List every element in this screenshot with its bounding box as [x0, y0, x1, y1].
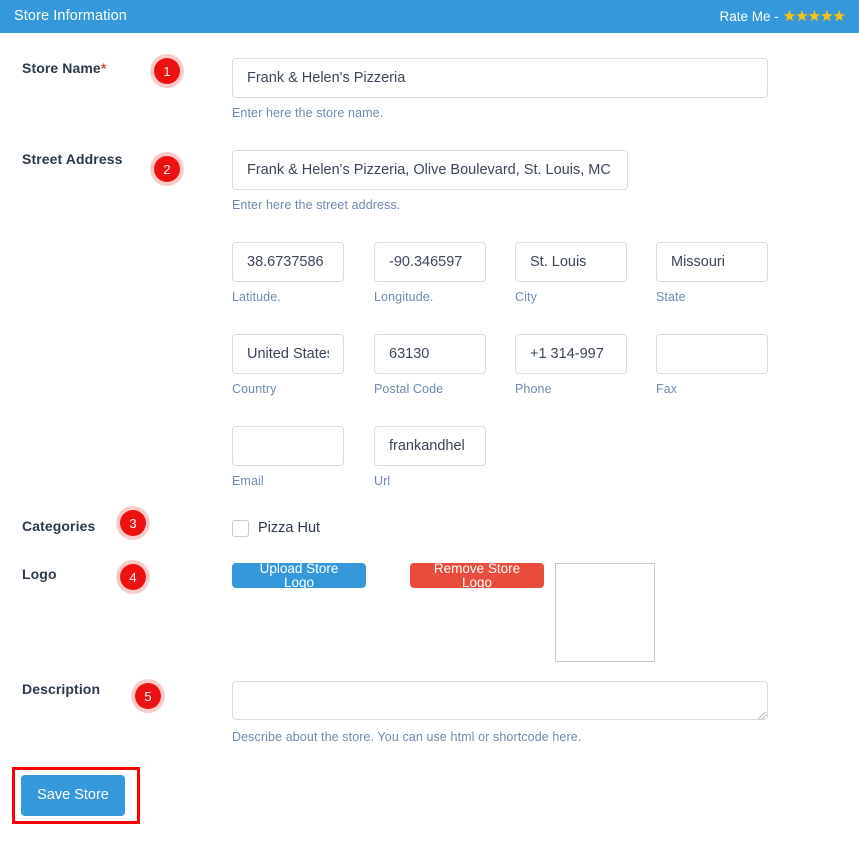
url-input[interactable]	[374, 426, 486, 466]
upload-store-logo-button[interactable]: Upload Store Logo	[232, 562, 366, 589]
star-icon[interactable]: ★	[808, 9, 821, 24]
star-icon[interactable]: ★	[833, 9, 846, 24]
step-badge-2: 2	[154, 156, 180, 182]
star-rating[interactable]: ★ ★ ★ ★ ★	[783, 9, 846, 24]
longitude-input[interactable]	[374, 242, 486, 282]
step-badge-3: 3	[120, 510, 146, 536]
latitude-input[interactable]	[232, 242, 344, 282]
store-name-label: Store Name*	[22, 60, 107, 76]
star-icon[interactable]: ★	[795, 9, 808, 24]
rate-me-widget[interactable]: Rate Me - ★ ★ ★ ★ ★	[719, 8, 846, 24]
categories-label: Categories	[22, 518, 96, 534]
phone-hint: Phone	[515, 382, 552, 396]
step-badge-1: 1	[154, 58, 180, 84]
category-item-pizza-hut[interactable]: Pizza Hut	[232, 520, 320, 537]
street-address-input[interactable]	[232, 150, 628, 190]
remove-store-logo-button[interactable]: Remove Store Logo	[410, 562, 544, 589]
rate-me-label: Rate Me -	[719, 8, 779, 24]
state-hint: State	[656, 290, 686, 304]
logo-preview-box	[555, 563, 655, 662]
postal-code-hint: Postal Code	[374, 382, 444, 396]
postal-code-input[interactable]	[374, 334, 486, 374]
description-label: Description	[22, 681, 101, 697]
city-input[interactable]	[515, 242, 627, 282]
category-label: Pizza Hut	[258, 520, 321, 537]
fax-hint: Fax	[656, 382, 678, 396]
street-address-hint: Enter here the street address.	[232, 198, 401, 212]
logo-label: Logo	[22, 566, 57, 582]
step-badge-5: 5	[135, 683, 161, 709]
url-hint: Url	[374, 474, 391, 488]
fax-input[interactable]	[656, 334, 768, 374]
description-hint: Describe about the store. You can use ht…	[232, 730, 582, 744]
page-title: Store Information	[14, 8, 127, 25]
street-address-label: Street Address	[22, 151, 123, 167]
store-information-page: Store Information Rate Me - ★ ★ ★ ★ ★ St…	[0, 0, 859, 846]
star-icon[interactable]: ★	[820, 9, 833, 24]
required-asterisk: *	[100, 60, 107, 76]
save-store-button[interactable]: Save Store	[21, 775, 125, 816]
country-input[interactable]	[232, 334, 344, 374]
page-header-bar: Store Information Rate Me - ★ ★ ★ ★ ★	[0, 0, 859, 33]
star-icon[interactable]: ★	[783, 9, 796, 24]
country-hint: Country	[232, 382, 277, 396]
description-textarea[interactable]	[232, 681, 768, 720]
email-hint: Email	[232, 474, 264, 488]
phone-input[interactable]	[515, 334, 627, 374]
email-input[interactable]	[232, 426, 344, 466]
latitude-hint: Latitude.	[232, 290, 281, 304]
city-hint: City	[515, 290, 537, 304]
state-input[interactable]	[656, 242, 768, 282]
longitude-hint: Longitude.	[374, 290, 434, 304]
step-badge-4: 4	[120, 564, 146, 590]
store-name-input[interactable]	[232, 58, 768, 98]
category-checkbox[interactable]	[232, 520, 249, 537]
store-name-hint: Enter here the store name.	[232, 106, 384, 120]
